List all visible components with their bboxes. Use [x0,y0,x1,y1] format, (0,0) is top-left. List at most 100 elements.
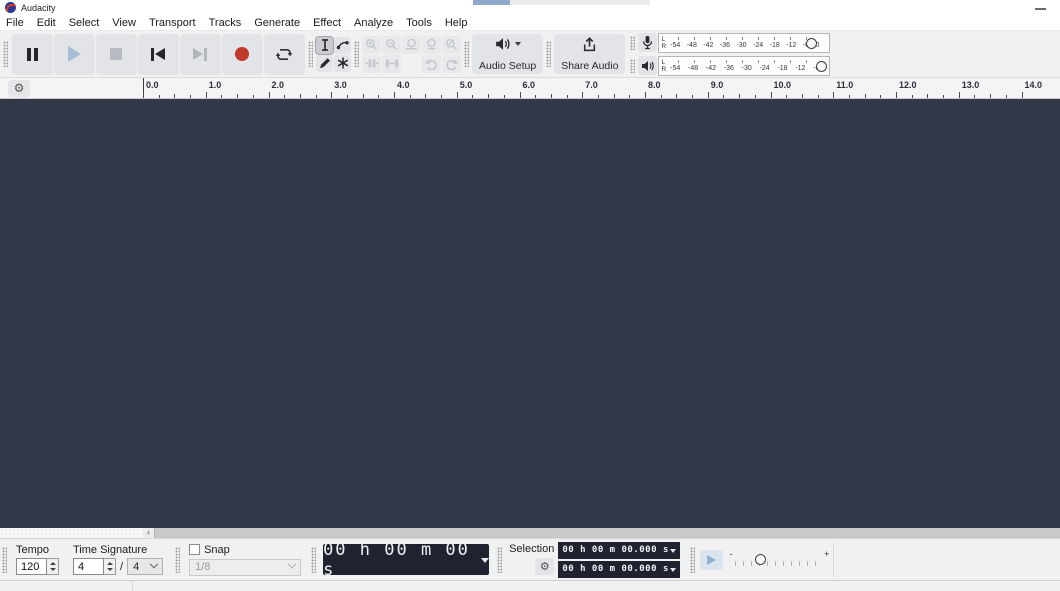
menu-item-help[interactable]: Help [445,17,468,29]
time-signature-upper-input[interactable]: 4 [73,558,104,575]
menu-item-analyze[interactable]: Analyze [354,17,393,29]
menu-item-edit[interactable]: Edit [37,17,56,29]
tempo-spin-down[interactable] [47,567,58,575]
time-signature-spin-up[interactable] [104,559,115,567]
redo-button[interactable] [442,55,461,73]
zoom-in-button[interactable] [362,36,381,54]
tempo-spin-up[interactable] [47,559,58,567]
selection-end-caret-icon [670,568,676,575]
playback-meter-button[interactable] [638,56,657,75]
time-signature-spin-down[interactable] [104,567,115,575]
time-toolbar-grip[interactable] [2,547,7,573]
audio-setup-toolbar-grip[interactable] [464,41,469,67]
redo-icon [445,58,458,70]
menu-item-generate[interactable]: Generate [254,17,300,29]
loop-button[interactable] [264,34,305,75]
timeline-options-gear-button[interactable]: ⚙ [8,80,30,97]
ruler-tick [943,95,944,98]
zoom-out-button[interactable] [382,36,401,54]
multi-tool-button[interactable] [334,55,351,72]
menu-item-file[interactable]: File [6,17,24,29]
ruler-tick [880,95,881,98]
fit-selection-button[interactable] [402,36,421,54]
ruler-tick [1006,95,1007,98]
playback-volume-knob[interactable] [816,61,827,72]
playback-speaker-icon [641,60,655,72]
fit-project-button[interactable] [422,36,441,54]
audio-position-display[interactable]: 00 h 00 m 00 s [323,544,489,575]
trim-audio-button[interactable] [362,55,381,73]
selection-start-display[interactable]: 00 h 00 m 00.000 s [558,542,680,559]
undo-button[interactable] [422,55,441,73]
ruler-tick [692,95,693,98]
scroll-left-arrow[interactable]: ‹ [143,528,154,538]
recording-channel-left-label: L [661,36,666,43]
stop-button[interactable] [96,34,137,75]
selection-options-gear-button[interactable]: ⚙ [535,558,554,575]
pause-button[interactable] [12,34,53,75]
play-at-speed-grip[interactable] [690,547,695,573]
menu-item-view[interactable]: View [112,17,136,29]
play-speed-slider-knob[interactable] [755,554,766,565]
play-at-speed-button[interactable] [700,550,723,570]
selection-end-display[interactable]: 00 h 00 m 00.000 s [558,561,680,578]
ruler-tick [959,92,960,98]
recording-meter-box[interactable]: L R -54-48-42-36-30-24-18-12-60 [658,33,830,53]
ruler-tick [614,94,615,98]
play-speed-slider[interactable]: - + [729,551,829,569]
skip-to-end-button[interactable] [180,34,221,75]
menu-item-tools[interactable]: Tools [406,17,432,29]
recording-volume-knob[interactable] [806,38,817,49]
record-button[interactable] [222,34,263,75]
play-icon [68,46,81,62]
share-upload-icon [582,37,597,52]
tools-toolbar [316,37,351,72]
tools-toolbar-grip[interactable] [308,41,313,67]
selection-end-value: 00 h 00 m 00.000 s [562,564,669,574]
share-audio-button[interactable]: Share Audio [554,34,625,74]
recording-db-label--42: -42 [703,42,713,49]
selection-tool-button[interactable] [316,37,333,54]
scrollbar-thumb[interactable] [154,528,1060,538]
playback-meter-grip[interactable] [630,59,635,73]
menu-item-select[interactable]: Select [69,17,100,29]
envelope-tool-button[interactable] [334,37,351,54]
zoom-toggle-button[interactable] [442,36,461,54]
ruler-tick [269,92,270,98]
menu-item-transport[interactable]: Transport [149,17,196,29]
menu-item-effect[interactable]: Effect [313,17,341,29]
transport-toolbar-grip[interactable] [3,41,8,67]
silence-audio-button[interactable] [382,55,401,73]
ruler-tick [676,94,677,98]
audio-setup-label: Audio Setup [479,60,536,72]
recording-meter: L R -54-48-42-36-30-24-18-12-60 [627,32,830,53]
recording-db-label--30: -30 [736,42,746,49]
draw-tool-button[interactable] [316,55,333,72]
skip-to-start-button[interactable] [138,34,179,75]
time-signature-group: Time Signature 4 / 4 [73,544,163,575]
play-button[interactable] [54,34,95,75]
recording-meter-grip[interactable] [630,36,635,50]
ruler-tick [331,92,332,98]
ruler-tick [425,94,426,98]
share-audio-toolbar-grip[interactable] [546,41,551,67]
minimize-button[interactable] [1035,7,1046,10]
time-display-grip[interactable] [311,547,316,573]
tempo-input[interactable]: 120 [16,558,47,575]
play-at-speed-icon [707,555,716,565]
time-signature-lower-select[interactable]: 4 [127,558,163,575]
snap-toolbar-grip[interactable] [175,547,180,573]
menu-item-tracks[interactable]: Tracks [209,17,242,29]
ruler-tick [300,94,301,98]
ruler-label-7.0: 7.0 [585,80,598,90]
audio-setup-button[interactable]: Audio Setup [472,34,543,74]
recording-db-label--18: -18 [770,42,780,49]
snap-select[interactable]: 1/8 [189,559,301,576]
recording-meter-button[interactable] [638,33,657,52]
playback-db-label--54: -54 [670,65,680,72]
playback-meter-box[interactable]: L R -54-48-42-36-30-24-18-12-6 [658,56,830,76]
selection-toolbar-grip[interactable] [497,547,502,573]
edit-toolbar-grip[interactable] [354,41,359,67]
timeline-ruler[interactable]: 0.01.02.03.04.05.06.07.08.09.010.011.012… [143,78,1060,98]
snap-checkbox[interactable] [189,544,200,555]
